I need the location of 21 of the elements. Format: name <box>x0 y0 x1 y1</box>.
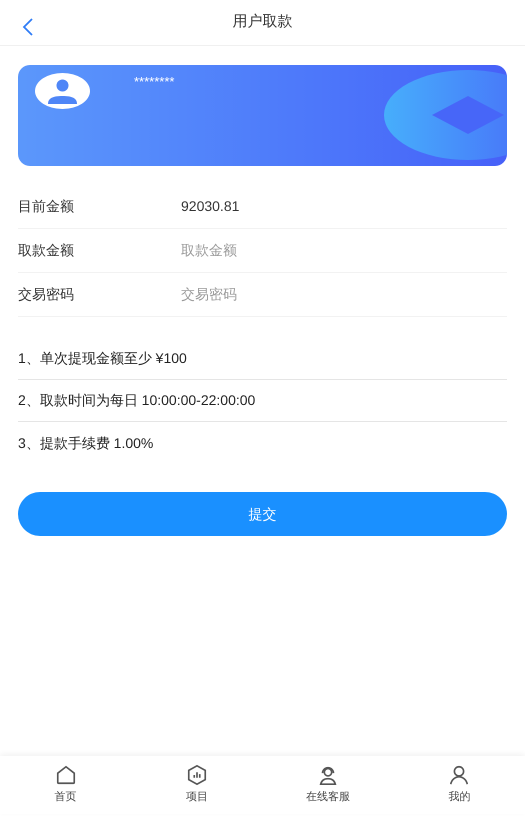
amount-value: 92030.81 <box>181 197 240 216</box>
rule-text: 3、提款手续费 1.00% <box>18 434 154 452</box>
tab-item[interactable]: 我的 <box>394 756 525 814</box>
field-label: 交易密码 <box>18 285 75 304</box>
tab-item[interactable]: 在线客服 <box>262 756 394 814</box>
chart-icon <box>186 764 208 786</box>
tab-item[interactable]: 首页 <box>0 756 132 814</box>
field-label: 取款金额 <box>18 241 75 260</box>
avatar-icon <box>35 73 90 109</box>
account-number: ******** <box>134 75 174 88</box>
rule-text: 2、取款时间为每日 10:00:00-22:00:00 <box>18 391 256 410</box>
page-title: 用户取款 <box>232 12 292 32</box>
back-icon[interactable] <box>22 18 34 36</box>
tab-item[interactable]: 项目 <box>131 756 262 814</box>
field-label: 目前金额 <box>18 197 75 216</box>
headset-icon <box>317 764 340 786</box>
input-field[interactable]: 交易密码 <box>181 284 507 305</box>
input-field[interactable]: 取款金额 <box>181 240 507 261</box>
home-icon <box>54 764 77 786</box>
person-icon <box>448 764 470 786</box>
rule-text: 1、单次提现金额至少 ¥100 <box>18 349 187 368</box>
